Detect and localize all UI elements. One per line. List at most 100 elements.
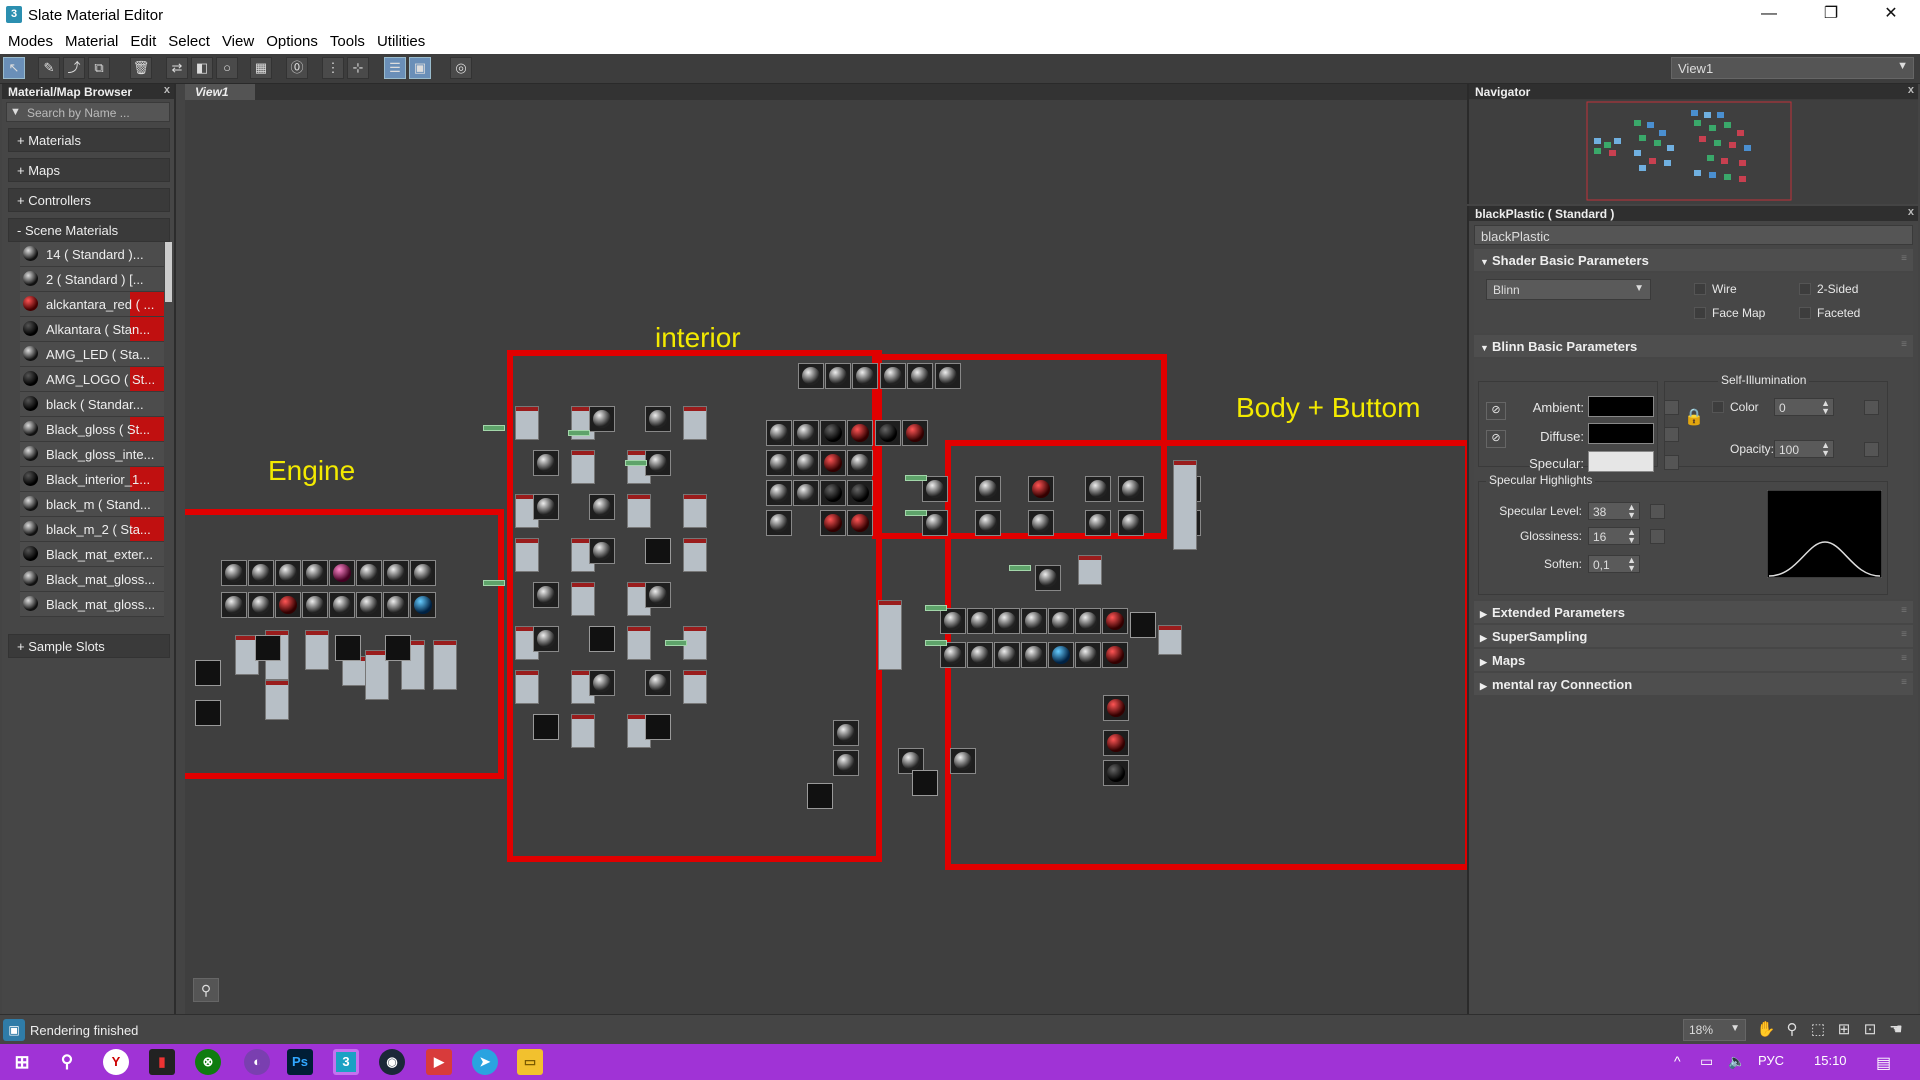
- map-node[interactable]: [1173, 460, 1197, 550]
- material-node[interactable]: [766, 450, 792, 476]
- material-node[interactable]: [1103, 760, 1129, 786]
- material-node[interactable]: [589, 494, 615, 520]
- checker-icon[interactable]: ▦: [250, 57, 272, 79]
- texture-node[interactable]: [195, 700, 221, 726]
- map-node[interactable]: [878, 600, 902, 670]
- map-node[interactable]: [305, 630, 329, 670]
- menu-edit[interactable]: Edit: [122, 30, 160, 50]
- scene-material-item[interactable]: Alkantara ( Stan...: [20, 317, 164, 342]
- file-explorer-icon[interactable]: ▭: [517, 1049, 543, 1075]
- texture-node[interactable]: [807, 783, 833, 809]
- rollout-maps[interactable]: ▶ Maps ≡: [1474, 649, 1913, 671]
- map-node[interactable]: [683, 406, 707, 440]
- spec-level-spinner[interactable]: 38 ▲ ▼: [1588, 502, 1640, 520]
- tab-view1[interactable]: View1: [185, 84, 255, 100]
- material-node[interactable]: [1048, 608, 1074, 634]
- texture-node[interactable]: [912, 770, 938, 796]
- material-node[interactable]: [935, 363, 961, 389]
- green-connector-node[interactable]: [905, 475, 927, 481]
- green-connector-node[interactable]: [1009, 565, 1031, 571]
- material-node[interactable]: [645, 406, 671, 432]
- map-node[interactable]: [627, 626, 651, 660]
- node-view-canvas[interactable]: Engine interior Body + Buttom ⚲: [185, 100, 1467, 1014]
- material-node[interactable]: [1035, 565, 1061, 591]
- glossiness-spinner[interactable]: 16 ▲ ▼: [1588, 527, 1640, 545]
- hide-unused-icon[interactable]: ◧: [191, 57, 213, 79]
- material-node[interactable]: [1103, 730, 1129, 756]
- section-sample-slots[interactable]: + Sample Slots: [8, 634, 170, 658]
- material-node[interactable]: [940, 608, 966, 634]
- material-node[interactable]: [1021, 608, 1047, 634]
- section-maps[interactable]: + Maps: [8, 158, 170, 182]
- menu-material[interactable]: Material: [57, 30, 122, 50]
- telegram-icon[interactable]: ➤: [472, 1049, 498, 1075]
- material-node[interactable]: [533, 714, 559, 740]
- material-node[interactable]: [533, 494, 559, 520]
- material-node[interactable]: [1085, 476, 1111, 502]
- material-node[interactable]: [589, 626, 615, 652]
- rollout-blinn-basic[interactable]: ▼ Blinn Basic Parameters ≡: [1474, 335, 1913, 357]
- scene-material-item[interactable]: Black_mat_gloss...: [20, 567, 164, 592]
- map-node[interactable]: [265, 680, 289, 720]
- material-node[interactable]: [1102, 642, 1128, 668]
- material-node[interactable]: [533, 582, 559, 608]
- close-icon[interactable]: x: [164, 84, 170, 96]
- clock[interactable]: 15:10: [1814, 1053, 1847, 1068]
- material-node[interactable]: [275, 560, 301, 586]
- material-node[interactable]: [825, 363, 851, 389]
- material-node[interactable]: [875, 420, 901, 446]
- windows-start-icon[interactable]: ⊞: [9, 1049, 35, 1075]
- self-illum-color-checkbox[interactable]: [1712, 401, 1724, 413]
- material-node[interactable]: [793, 480, 819, 506]
- texture-node[interactable]: [195, 660, 221, 686]
- material-name-field[interactable]: blackPlastic: [1474, 225, 1913, 245]
- rollout-extended-parameters[interactable]: ▶ Extended Parameters ≡: [1474, 601, 1913, 623]
- material-node[interactable]: [356, 560, 382, 586]
- self-illum-value-spinner[interactable]: 0 ▲ ▼: [1774, 398, 1834, 416]
- lock-link-icon[interactable]: ⊘: [1486, 402, 1506, 420]
- material-node[interactable]: [383, 560, 409, 586]
- material-node[interactable]: [248, 592, 274, 618]
- drag-handle-icon[interactable]: ≡: [1901, 653, 1907, 664]
- rollout-shader-basic[interactable]: ▼ Shader Basic Parameters ≡: [1474, 249, 1913, 271]
- language-indicator[interactable]: РУС: [1758, 1053, 1784, 1068]
- material-node[interactable]: [793, 450, 819, 476]
- menu-select[interactable]: Select: [160, 30, 214, 50]
- material-node[interactable]: [820, 480, 846, 506]
- scene-material-item[interactable]: AMG_LED ( Sta...: [20, 342, 164, 367]
- move-children-icon[interactable]: ⇄: [166, 57, 188, 79]
- section-materials[interactable]: + Materials: [8, 128, 170, 152]
- material-node[interactable]: [302, 560, 328, 586]
- background-icon[interactable]: ○: [216, 57, 238, 79]
- scene-material-item[interactable]: black_m_2 ( Sta...: [20, 517, 164, 542]
- texture-node[interactable]: [385, 635, 411, 661]
- maximize-button[interactable]: ❐: [1808, 0, 1854, 30]
- select-by-material-icon[interactable]: ◎: [450, 57, 472, 79]
- material-node[interactable]: [967, 608, 993, 634]
- material-node[interactable]: [766, 420, 792, 446]
- menu-utilities[interactable]: Utilities: [369, 30, 429, 50]
- zoom-extents-icon[interactable]: ⊞: [1834, 1021, 1854, 1041]
- scrollbar[interactable]: [165, 242, 172, 302]
- material-node[interactable]: [1028, 510, 1054, 536]
- material-node[interactable]: [329, 560, 355, 586]
- material-node[interactable]: [902, 420, 928, 446]
- two-sided-checkbox[interactable]: [1799, 283, 1811, 295]
- pan-hand-icon[interactable]: ✋: [1756, 1021, 1776, 1041]
- green-connector-node[interactable]: [625, 460, 647, 466]
- menu-tools[interactable]: Tools: [322, 30, 369, 50]
- material-node[interactable]: [847, 480, 873, 506]
- menu-modes[interactable]: Modes: [0, 30, 57, 50]
- show-map-icon[interactable]: ⓪: [286, 57, 308, 79]
- specular-color-swatch[interactable]: [1588, 451, 1654, 472]
- material-node[interactable]: [1118, 510, 1144, 536]
- material-node[interactable]: [1102, 608, 1128, 634]
- drag-handle-icon[interactable]: ≡: [1901, 677, 1907, 688]
- material-node[interactable]: [356, 592, 382, 618]
- ambient-map-button[interactable]: [1664, 400, 1679, 415]
- material-node[interactable]: [645, 450, 671, 476]
- photoshop-icon[interactable]: Ps: [287, 1049, 313, 1075]
- material-node[interactable]: [975, 510, 1001, 536]
- xbox-icon[interactable]: ⊗: [195, 1049, 221, 1075]
- material-node[interactable]: [589, 670, 615, 696]
